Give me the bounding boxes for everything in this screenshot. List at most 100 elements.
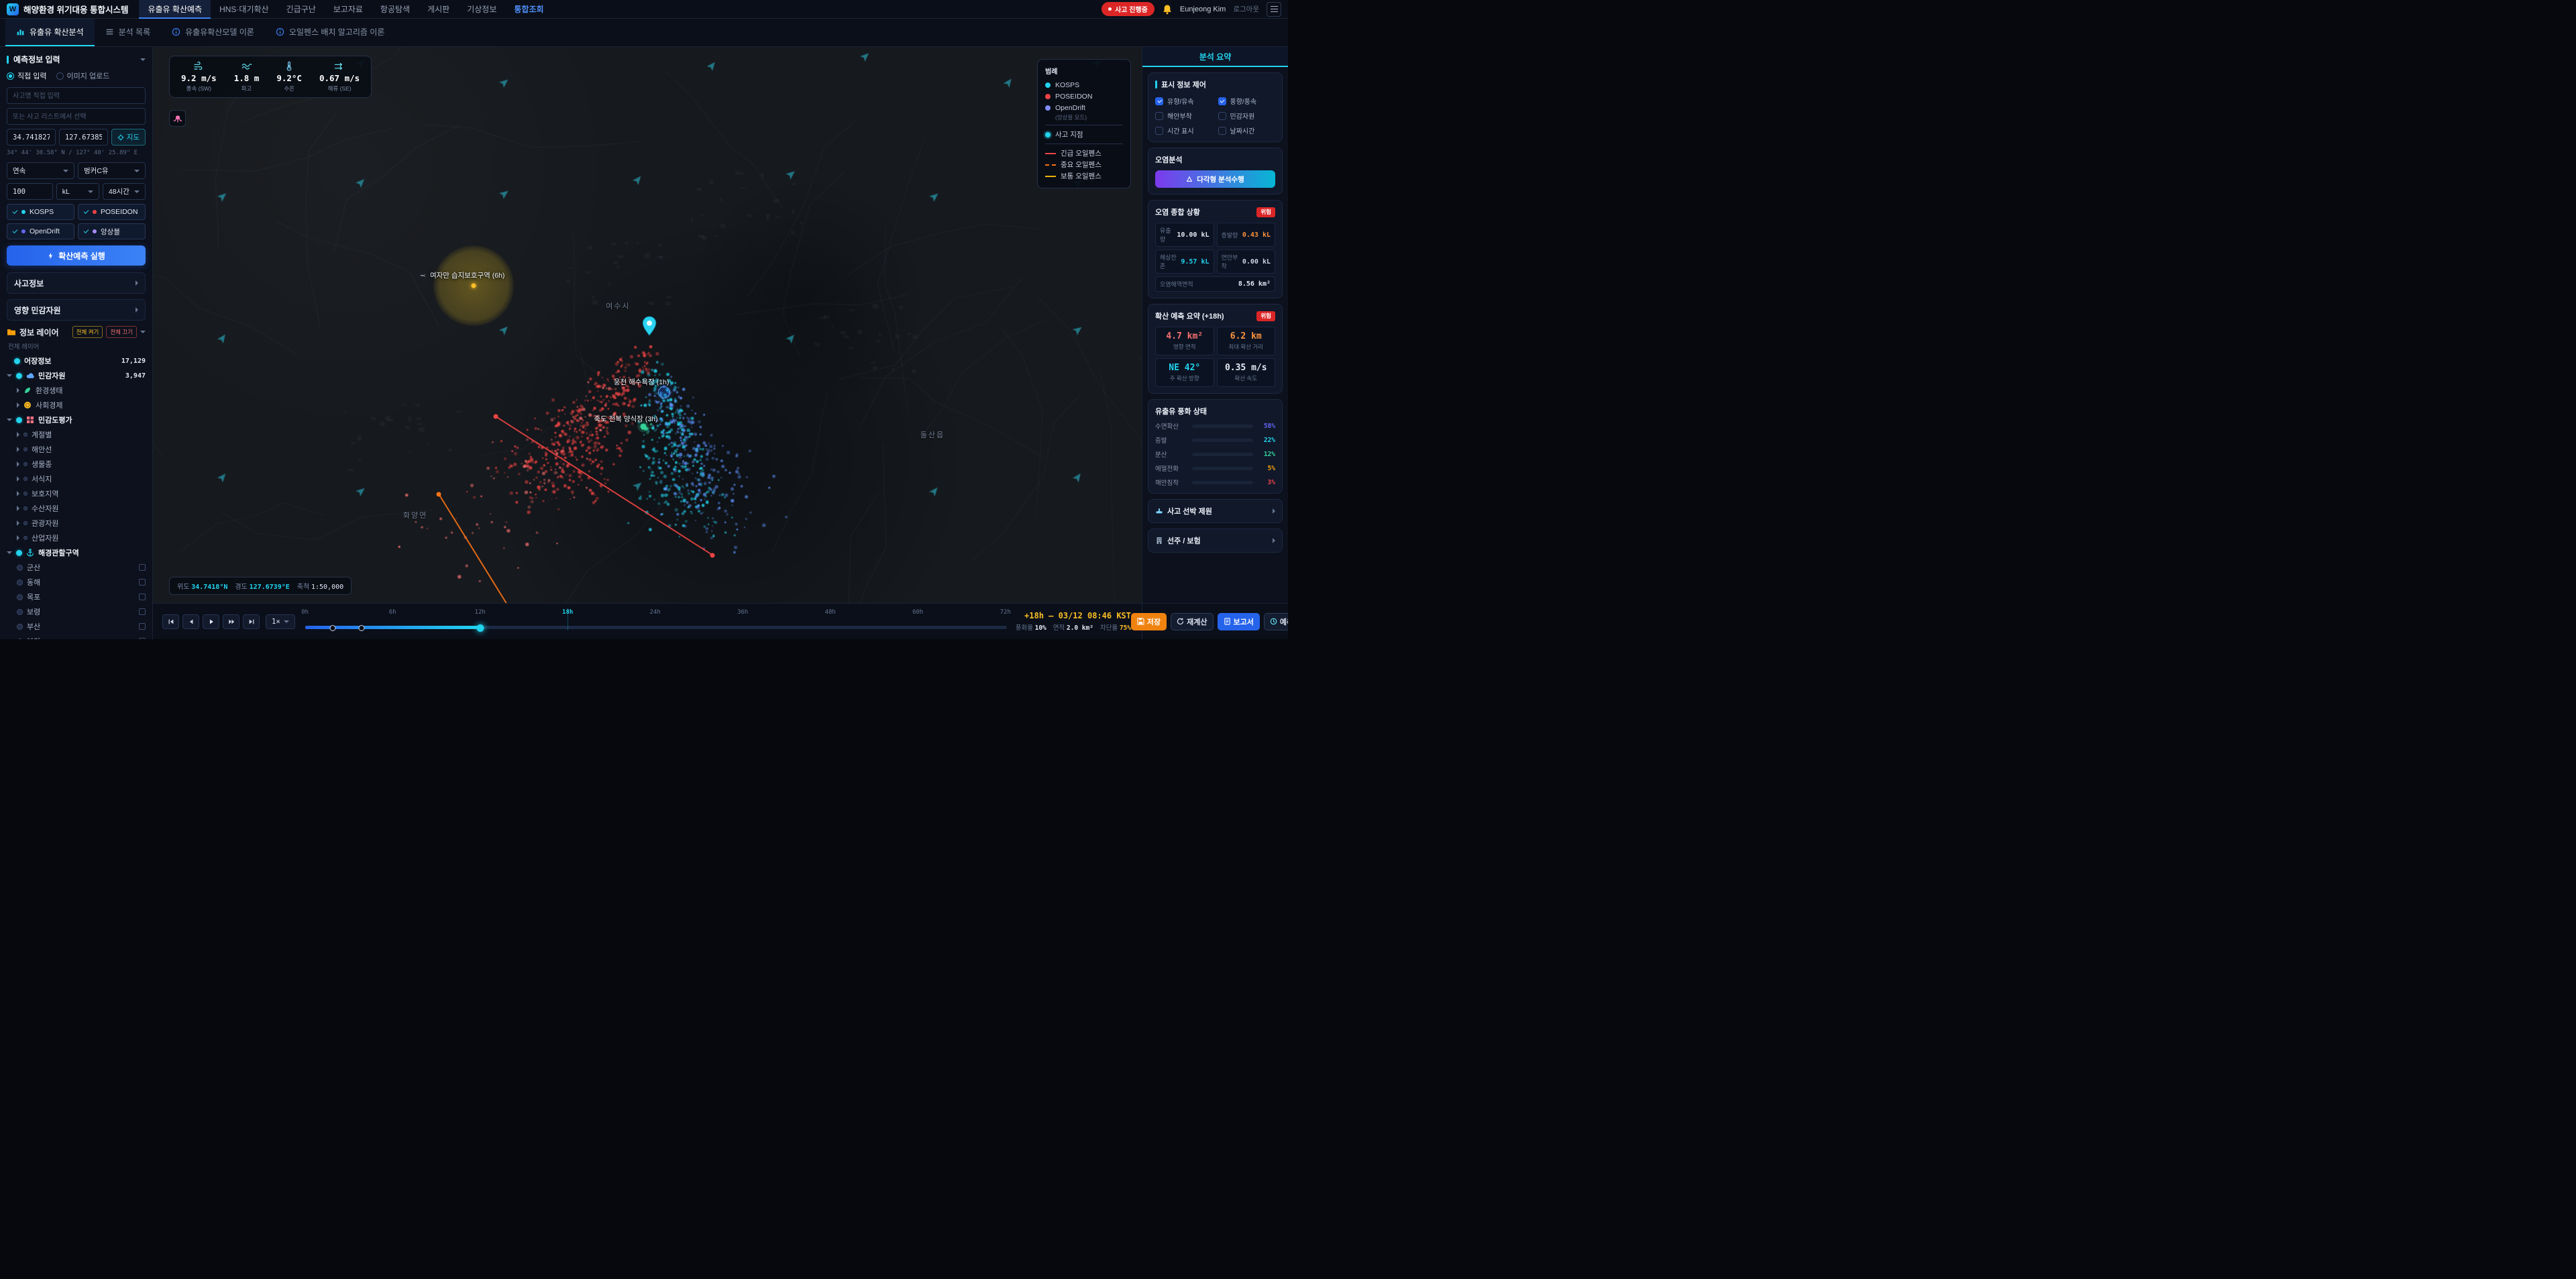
layer-item-부산[interactable]: 부산 [7, 619, 146, 634]
layer-group-해경관할구역[interactable]: 해경관할구역 [7, 545, 146, 560]
display-option-유향/유속[interactable]: 유향/유속 [1155, 96, 1213, 106]
display-option-날짜시간[interactable]: 날짜시간 [1218, 125, 1276, 135]
layer-toggle[interactable] [17, 638, 23, 639]
checkbox-icon[interactable] [1155, 126, 1163, 135]
layer-toggle[interactable] [23, 492, 28, 496]
layer-item-군산[interactable]: 군산 [7, 560, 146, 575]
layer-style-icon[interactable] [139, 579, 146, 586]
latitude-input[interactable] [7, 129, 56, 146]
logout-button[interactable]: 로그아웃 [1233, 4, 1259, 14]
longitude-input[interactable] [58, 129, 108, 146]
amount-input[interactable] [7, 183, 53, 200]
chevron-right-icon[interactable] [17, 476, 19, 482]
layer-toggle[interactable] [16, 549, 22, 556]
oil-fence-line-1[interactable] [496, 416, 712, 555]
layer-toggle[interactable] [23, 536, 28, 540]
action-button-예측[interactable]: 예측 [1263, 612, 1288, 630]
layer-item-목포[interactable]: 목포 [7, 590, 146, 604]
layer-toggle[interactable] [17, 579, 23, 586]
checkbox-icon[interactable] [1218, 111, 1226, 120]
model-chip-KOSPS[interactable]: KOSPS [7, 204, 74, 220]
model-chip-POSEIDON[interactable]: POSEIDON [78, 204, 146, 220]
oil-type-select[interactable]: 벙커C유 [78, 162, 146, 179]
section-1[interactable]: 사고정보 [7, 272, 146, 294]
layer-toggle[interactable] [23, 477, 28, 481]
collapsed-card-선주 / 보험[interactable]: 선주 / 보험 [1148, 529, 1283, 553]
layer-item-부안[interactable]: 부안 [7, 634, 146, 639]
unit-select[interactable]: kL [56, 183, 99, 200]
display-option-풍향/풍속[interactable]: 풍향/풍속 [1218, 96, 1276, 106]
layer-toggle[interactable] [17, 608, 23, 615]
display-option-시간 표시[interactable]: 시간 표시 [1155, 125, 1213, 135]
layer-item-생물종[interactable]: 생물종 [7, 457, 146, 471]
nav-item-4[interactable]: 보고자료 [325, 0, 372, 19]
run-prediction-button[interactable]: 확산예측 실행 [7, 245, 146, 266]
chevron-right-icon[interactable] [17, 432, 19, 437]
skip-end-button[interactable] [243, 614, 260, 629]
oil-fence-endpoint[interactable] [710, 553, 715, 558]
nav-item-5[interactable]: 항공탐색 [372, 0, 419, 19]
action-button-저장[interactable]: 저장 [1130, 612, 1167, 630]
chevron-right-icon[interactable] [17, 506, 19, 511]
layer-item-동해[interactable]: 동해 [7, 575, 146, 590]
action-button-재계산[interactable]: 재계산 [1171, 612, 1214, 630]
chevron-down-icon[interactable] [140, 331, 146, 333]
accident-location-pin[interactable] [641, 316, 657, 338]
layer-toggle[interactable] [17, 594, 23, 600]
radio-direct-input[interactable]: 직접 입력 [7, 70, 47, 81]
farm-marker[interactable] [640, 423, 647, 430]
tab-4[interactable]: 오일펜스 배치 알고리즘 이론 [265, 19, 395, 46]
chevron-right-icon[interactable] [17, 535, 19, 541]
chevron-right-icon[interactable] [17, 491, 19, 496]
layer-toggle[interactable] [23, 462, 28, 466]
tab-analysis-summary[interactable]: 분석 요약 [1142, 47, 1288, 67]
layer-group-민감자원[interactable]: 민감자원 3,947 [7, 368, 146, 383]
checkbox-icon[interactable] [1218, 126, 1226, 135]
timeline-track[interactable] [305, 626, 1006, 629]
layer-item-산업자원[interactable]: 산업자원 [7, 531, 146, 545]
accident-name-input[interactable] [7, 87, 146, 104]
model-chip-앙상블[interactable]: 앙상블 [78, 223, 146, 239]
layer-style-icon[interactable] [139, 638, 146, 639]
nav-item-8[interactable]: 통합조회 [505, 0, 552, 19]
polygon-analysis-button[interactable]: 다각형 분석수행 [1155, 170, 1275, 188]
action-button-보고서[interactable]: 보고서 [1217, 612, 1260, 630]
oil-fence-endpoint[interactable] [493, 414, 498, 419]
chevron-down-icon[interactable] [7, 419, 12, 421]
timeline-playhead[interactable] [476, 624, 484, 632]
chevron-right-icon[interactable] [17, 388, 19, 393]
oil-fence-endpoint[interactable] [436, 492, 441, 497]
layer-style-icon[interactable] [139, 608, 146, 615]
beach-marker[interactable] [658, 386, 671, 398]
notification-bell-icon[interactable] [1162, 4, 1173, 15]
checkbox-icon[interactable] [1155, 97, 1163, 105]
collapsed-card-사고 선박 제원[interactable]: 사고 선박 제원 [1148, 499, 1283, 523]
layer-group-어장정보[interactable]: 어장정보 17,129 [7, 353, 146, 368]
checkbox-icon[interactable] [1155, 111, 1163, 120]
chevron-down-icon[interactable] [7, 551, 12, 554]
layer-item-서식지[interactable]: 서식지 [7, 471, 146, 486]
nav-item-1[interactable]: 유출유 확산예측 [139, 0, 211, 19]
timeline-waypoint-marker[interactable] [358, 625, 365, 631]
layer-item-사회경제[interactable]: 사회경제 [7, 398, 146, 412]
step-back-button[interactable] [182, 614, 199, 629]
layer-item-계절별[interactable]: 계절별 [7, 427, 146, 442]
timeline-waypoint-marker[interactable] [329, 625, 336, 631]
nav-item-3[interactable]: 긴급구난 [278, 0, 325, 19]
skip-start-button[interactable] [162, 614, 179, 629]
layer-toggle[interactable] [16, 416, 22, 423]
timeline-ruler[interactable]: 0h 6h 12h 18h 24h 36h 48h 60h 72h [301, 604, 1011, 639]
layer-style-icon[interactable] [139, 564, 146, 571]
chevron-right-icon[interactable] [17, 520, 19, 526]
layers-all-off-button[interactable]: 전체 끄기 [106, 326, 137, 338]
accident-list-input[interactable] [7, 108, 146, 125]
layer-item-보호지역[interactable]: 보호지역 [7, 486, 146, 501]
layer-toggle[interactable] [17, 564, 23, 571]
layer-toggle[interactable] [23, 447, 28, 451]
prediction-input-header[interactable]: 예측정보 입력 [7, 54, 146, 65]
nav-item-6[interactable]: 게시판 [419, 0, 458, 19]
chevron-down-icon[interactable] [7, 374, 12, 377]
layers-all-on-button[interactable]: 전체 켜기 [72, 326, 103, 338]
tab-3[interactable]: 유출유확산모델 이론 [161, 19, 265, 46]
model-chip-OpenDrift[interactable]: OpenDrift [7, 223, 74, 239]
